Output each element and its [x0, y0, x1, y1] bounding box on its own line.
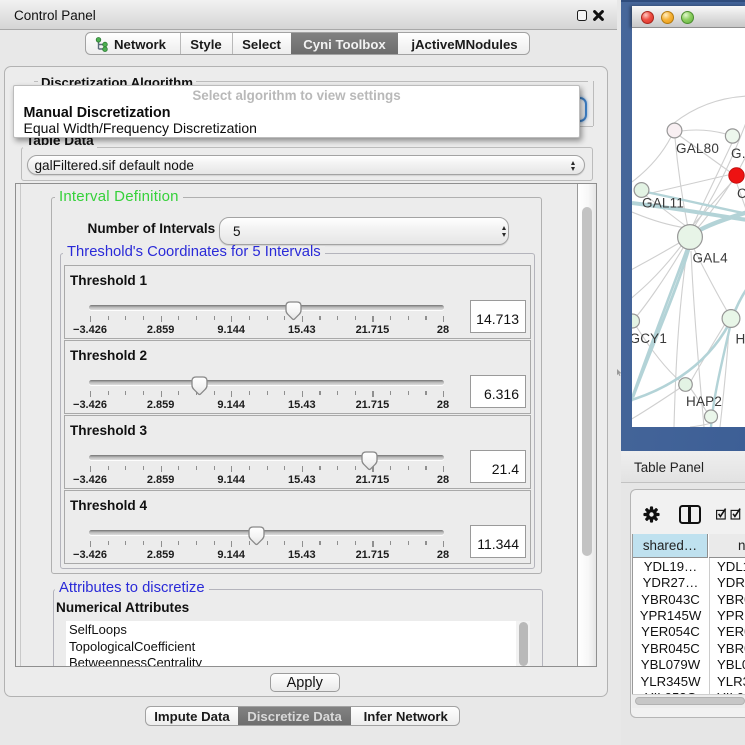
svg-text:H: H [736, 332, 745, 347]
svg-text:HAP2: HAP2 [686, 394, 722, 409]
svg-text:GAL11: GAL11 [642, 196, 684, 211]
svg-text:G.: G. [731, 146, 745, 161]
svg-text:GCY1: GCY1 [632, 331, 667, 346]
svg-text:C: C [737, 186, 745, 201]
svg-text:GAL4: GAL4 [693, 251, 729, 266]
svg-text:GAL80: GAL80 [676, 141, 719, 156]
